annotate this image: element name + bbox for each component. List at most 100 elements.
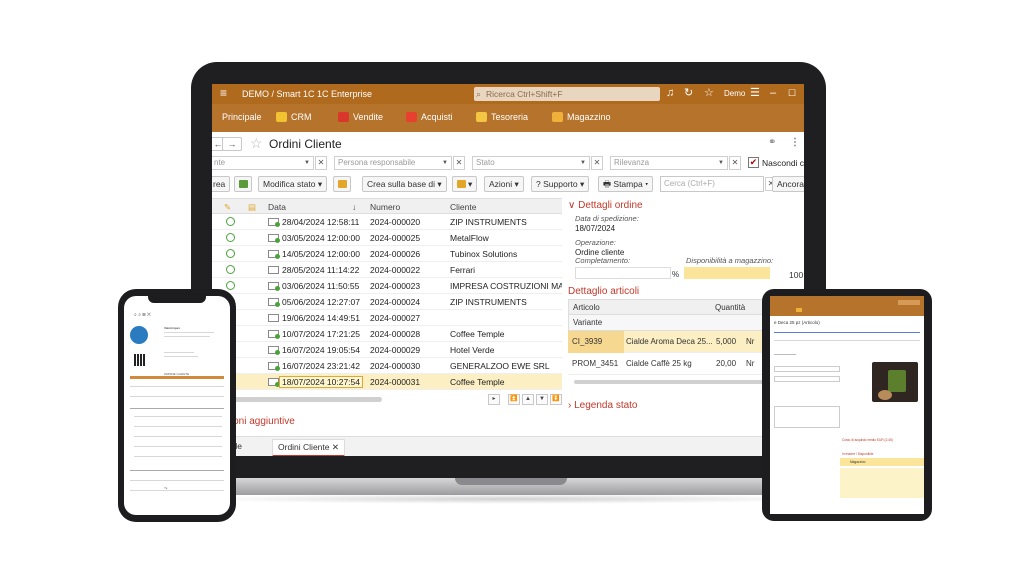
history-icon[interactable]: ↻ — [684, 87, 693, 99]
print-label: Stampa — [613, 179, 643, 189]
completion-progress — [575, 267, 671, 279]
horizontal-scrollbar[interactable] — [232, 397, 382, 402]
clear-status-filter-button[interactable]: ✕ — [591, 156, 603, 170]
tablet-textarea[interactable] — [774, 406, 840, 428]
cell-client: ZIP INSTRUMENTS — [450, 297, 527, 307]
column-header-article[interactable]: Articolo — [573, 303, 600, 312]
print-button[interactable]: 🖶 Stampa ▾ — [598, 176, 654, 192]
table-row[interactable]: 16/07/2024 23:21:42 2024-000030 GENERALZOO… — [212, 358, 562, 374]
signature: ~ — [164, 486, 168, 492]
divider — [134, 416, 222, 417]
section-tesoreria[interactable]: Tesoreria — [476, 112, 528, 122]
open-windows-bar: iniziale Ordini Cliente ✕ — [212, 436, 804, 456]
clear-relevance-filter-button[interactable]: ✕ — [729, 156, 741, 170]
more-button[interactable]: Ancora — [772, 176, 804, 192]
table-row[interactable]: 14/05/2024 12:00:00 2024-000026 Tubinox So… — [212, 246, 562, 262]
maximize-icon[interactable]: ☐ — [788, 87, 796, 99]
table-row[interactable]: 28/04/2024 12:58:11 2024-000020 ZIP INSTRU… — [212, 214, 562, 230]
section-vendite[interactable]: Vendite — [338, 112, 383, 122]
tablet-field[interactable] — [774, 366, 840, 372]
column-header-number[interactable]: Numero — [370, 202, 400, 212]
relevance-filter[interactable]: Rilevanza ▼ — [610, 156, 728, 170]
document-icon — [457, 180, 466, 188]
status-circle-icon — [226, 233, 235, 242]
favorites-star-icon[interactable]: ☆ — [704, 87, 714, 99]
create-button[interactable]: rea — [212, 176, 231, 192]
go-last-button[interactable]: ⏬ — [550, 394, 562, 405]
more-label: Ancora — [777, 179, 804, 189]
list-search-input[interactable]: Cerca (Ctrl+F) — [660, 176, 764, 192]
user-name[interactable]: Demo — [724, 89, 745, 98]
table-row[interactable]: 18/07/2024 10:27:54 2024-000031 Coffee Tem… — [212, 374, 562, 390]
bookmark-column-icon[interactable]: ✎ — [224, 202, 231, 213]
search-icon: ⌕ — [476, 89, 482, 99]
tablet-search[interactable] — [898, 300, 920, 305]
clear-client-filter-button[interactable]: ✕ — [315, 156, 327, 170]
table-footer: ▸ ⏫ ▲ ▼ ⏬ — [212, 394, 562, 406]
column-header-quantity[interactable]: Quantità — [715, 303, 745, 312]
table-row[interactable]: 28/05/2024 11:14:22 2024-000022 Ferrari — [212, 262, 562, 278]
support-button[interactable]: ? Supporto ▾ — [531, 176, 590, 192]
table-row[interactable]: 03/05/2024 12:00:00 2024-000025 MetalFlow — [212, 230, 562, 246]
stock-area — [840, 468, 924, 498]
table-row[interactable]: 19/06/2024 14:49:51 2024-000027 — [212, 310, 562, 326]
document-icon — [268, 330, 280, 339]
go-down-button[interactable]: ▼ — [536, 394, 548, 405]
section-principale[interactable]: Principale — [222, 112, 262, 122]
link-icon[interactable]: ⚭ — [768, 137, 776, 148]
change-status-button[interactable]: Modifica stato ▾ — [258, 176, 328, 192]
print-forms-button[interactable]: ▾ — [452, 176, 478, 192]
tablet-product-title: e Deca 25 pz (Articolo) — [774, 320, 820, 325]
favorite-star-icon[interactable]: ☆ — [250, 136, 263, 150]
articles-scrollbar[interactable] — [574, 380, 774, 384]
global-search-input[interactable]: ⌕ Ricerca Ctrl+Shift+F — [474, 87, 660, 101]
section-acquisti[interactable]: Acquisti — [406, 112, 453, 122]
cell-date: 16/07/2024 23:21:42 — [282, 361, 360, 371]
column-header-variant[interactable]: Variante — [573, 318, 602, 327]
close-icon[interactable]: ✕ — [332, 442, 339, 452]
tablet-field[interactable] — [774, 376, 840, 382]
tab-ordini-cliente[interactable]: Ordini Cliente ✕ — [272, 439, 345, 456]
hide-checkbox[interactable]: ✔ — [748, 157, 759, 168]
tablet-tab[interactable] — [774, 354, 796, 355]
cell-date: 18/07/2024 10:27:54 — [279, 376, 363, 388]
go-first-button[interactable]: ⏫ — [508, 394, 520, 405]
table-row[interactable]: 05/06/2024 12:27:07 2024-000024 ZIP INSTRU… — [212, 294, 562, 310]
responsible-filter[interactable]: Persona responsabile ▼ — [334, 156, 452, 170]
copy-button[interactable] — [234, 176, 252, 192]
section-crm[interactable]: CRM — [276, 112, 312, 122]
status-legend-link[interactable]: › Legenda stato — [568, 400, 638, 411]
table-row[interactable]: 10/07/2024 17:21:25 2024-000028 Coffee Tem… — [212, 326, 562, 342]
sort-desc-icon[interactable]: ↓ — [352, 202, 356, 212]
attachment-column-icon[interactable]: ▤ — [248, 202, 256, 213]
article-code: CI_3939 — [572, 337, 603, 346]
column-header-client[interactable]: Cliente — [450, 202, 476, 212]
tablet-links[interactable] — [774, 332, 920, 333]
section-magazzino[interactable]: Magazzino — [552, 112, 611, 122]
status-filter[interactable]: Stato ▼ — [472, 156, 590, 170]
articles-title: Dettaglio articoli — [568, 286, 640, 297]
section-label: Magazzino — [567, 112, 611, 122]
order-details-header[interactable]: ∨ Dettagli ordine — [568, 200, 643, 211]
change-status-label: Modifica stato — [263, 179, 316, 189]
more-indicator-icon[interactable]: ▸ — [488, 394, 500, 405]
hamburger-menu-icon[interactable]: ≡ — [220, 87, 227, 99]
cell-number: 2024-000020 — [370, 217, 421, 227]
actions-button[interactable]: Azioni ▾ — [484, 176, 524, 192]
lock-button[interactable] — [333, 176, 351, 192]
column-header-date[interactable]: Data — [268, 202, 286, 212]
minimize-icon[interactable]: – — [770, 87, 776, 99]
bell-icon[interactable]: ♫ — [666, 87, 674, 99]
phone-toolbar-icons[interactable]: ⌕ ⌕ ⊟ ✕ — [134, 312, 151, 318]
clear-responsible-filter-button[interactable]: ✕ — [453, 156, 465, 170]
tablet-header-bar — [770, 296, 924, 316]
more-options-icon[interactable]: ⋮ — [790, 137, 800, 148]
create-based-on-button[interactable]: Crea sulla base di ▾ — [362, 176, 447, 192]
client-filter[interactable]: nte ▼ — [212, 156, 314, 170]
settings-icon[interactable]: ☰ — [750, 87, 760, 99]
go-up-button[interactable]: ▲ — [522, 394, 534, 405]
table-row[interactable]: 03/06/2024 11:50:55 2024-000023 IMPRESA CO… — [212, 278, 562, 294]
phone-screen: ⌕ ⌕ ⊟ ✕ Valorimpex ORDINE CLIENTE ~ — [124, 296, 230, 515]
table-row[interactable]: 16/07/2024 19:05:54 2024-000029 Hotel Verd… — [212, 342, 562, 358]
forward-button[interactable]: → — [222, 137, 242, 151]
